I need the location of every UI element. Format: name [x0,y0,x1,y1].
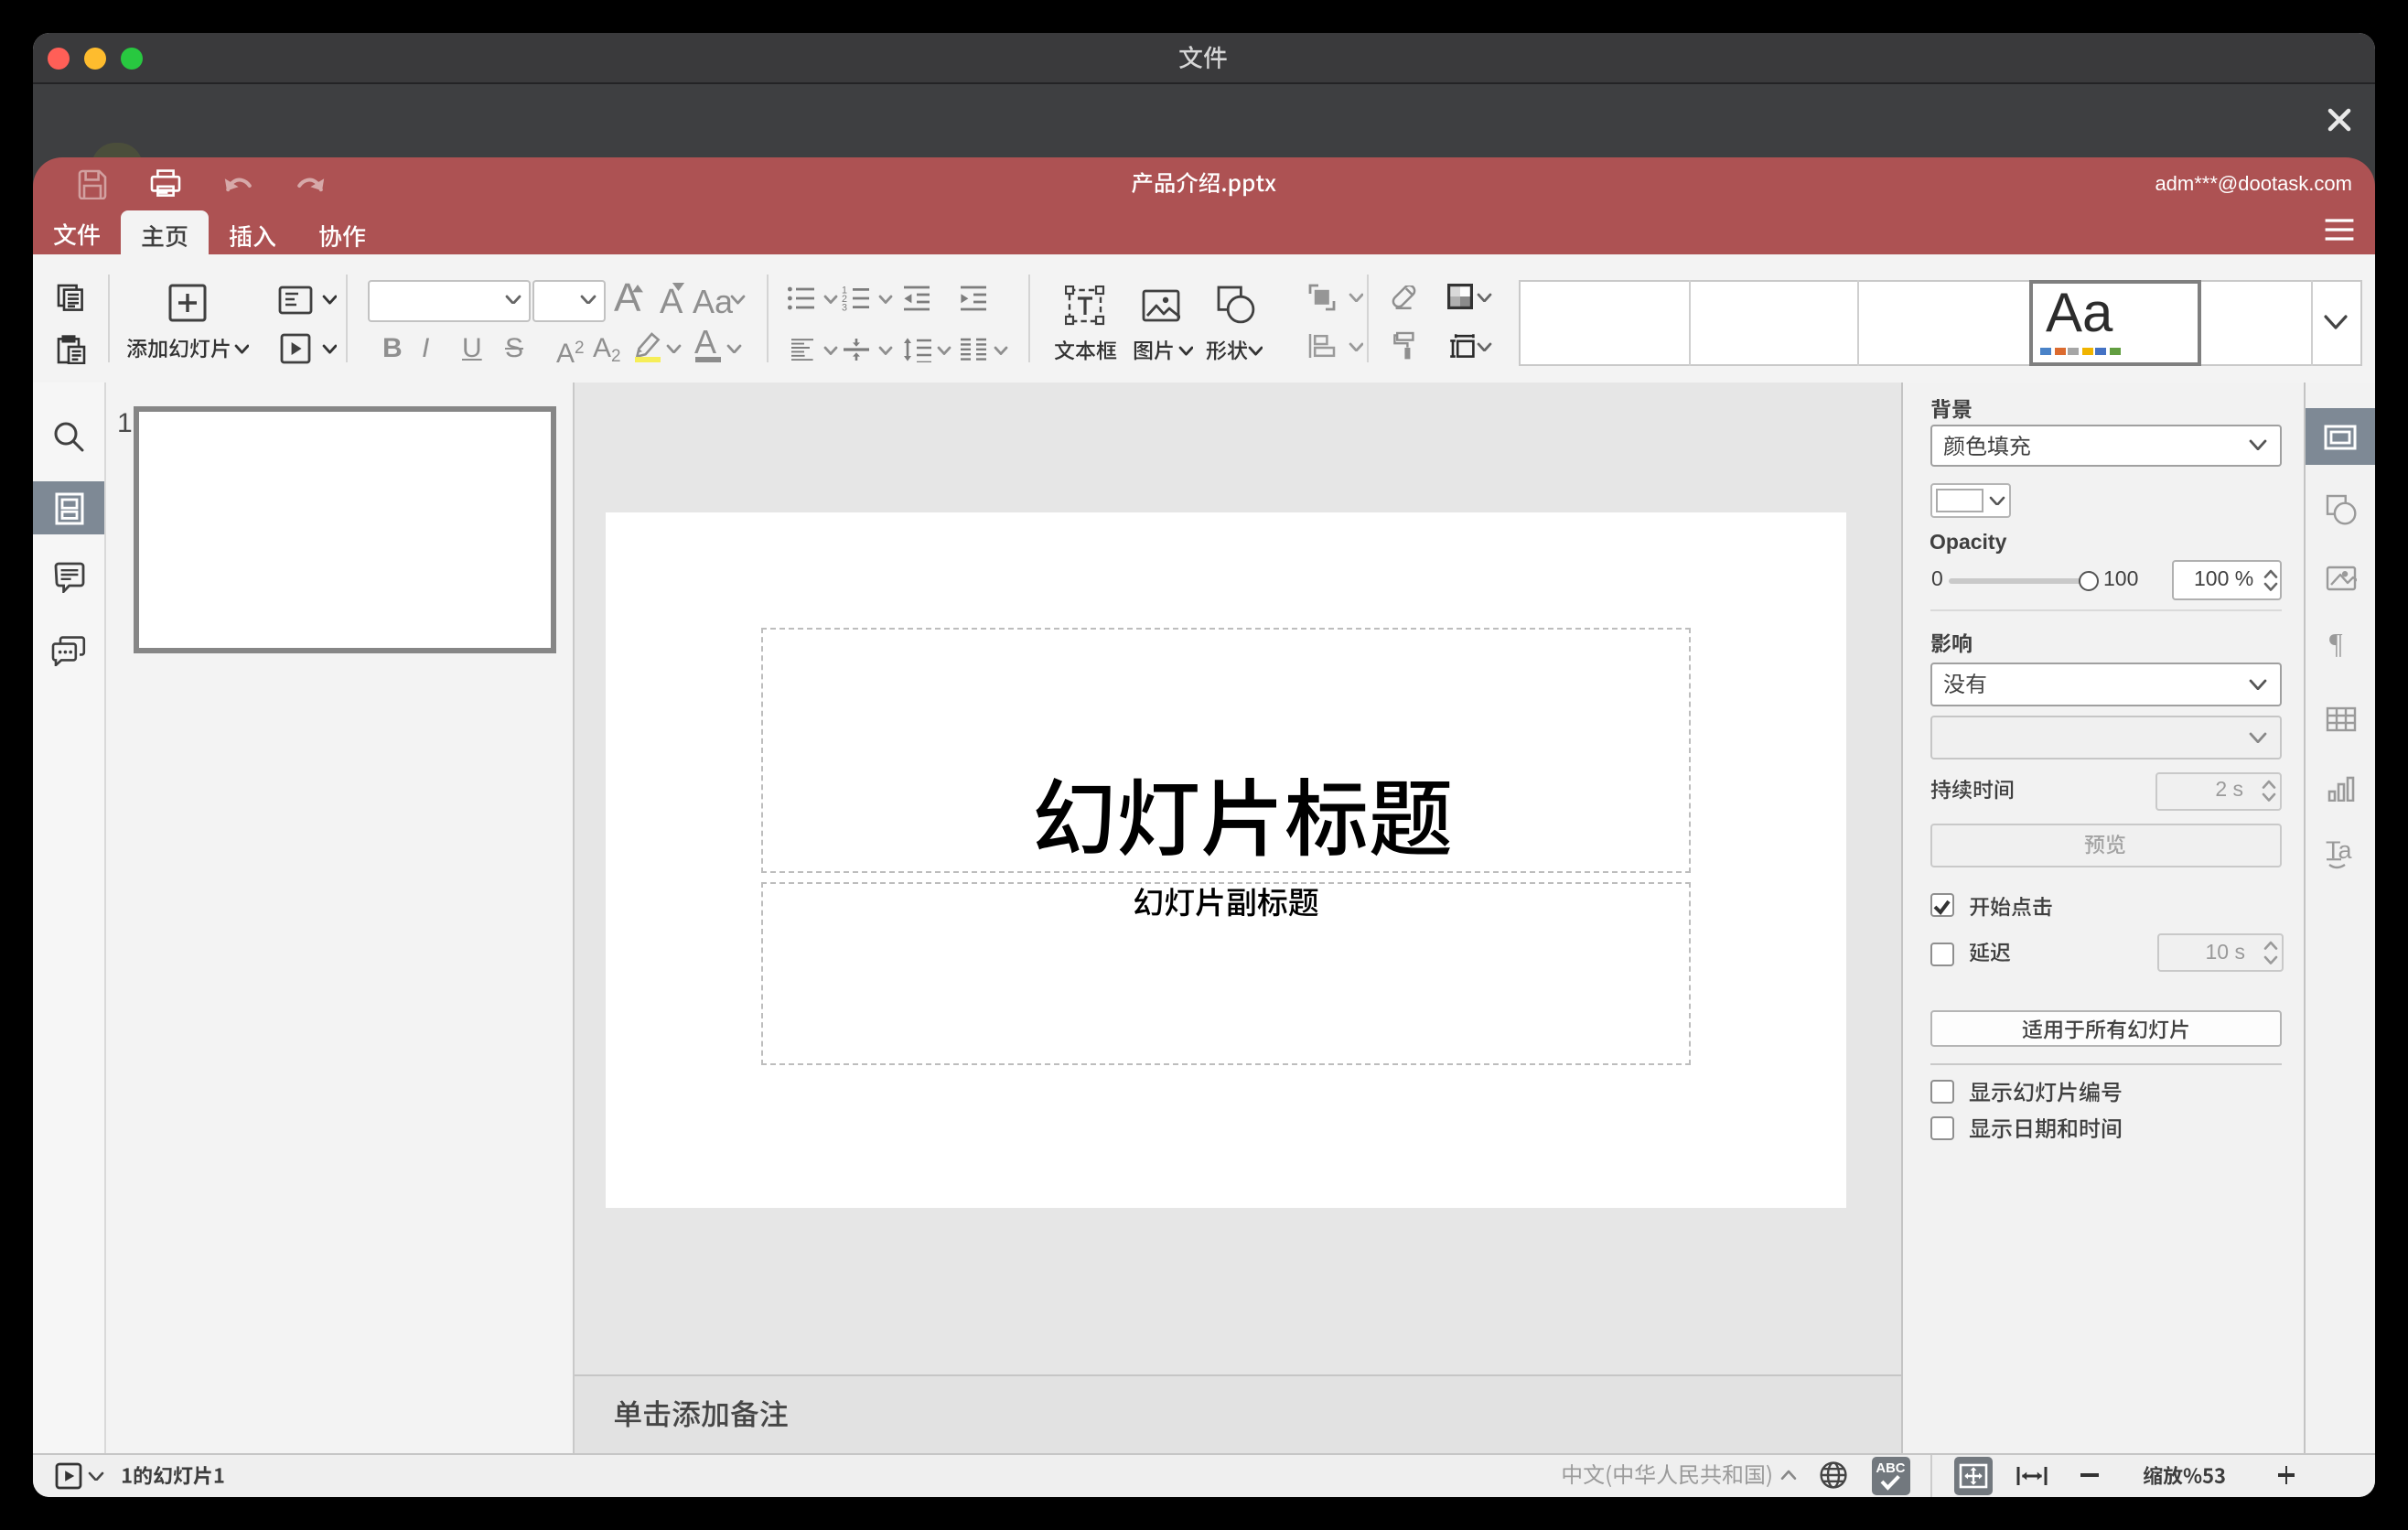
svg-text:3: 3 [842,303,847,311]
svg-text:ABC: ABC [1875,1460,1904,1475]
